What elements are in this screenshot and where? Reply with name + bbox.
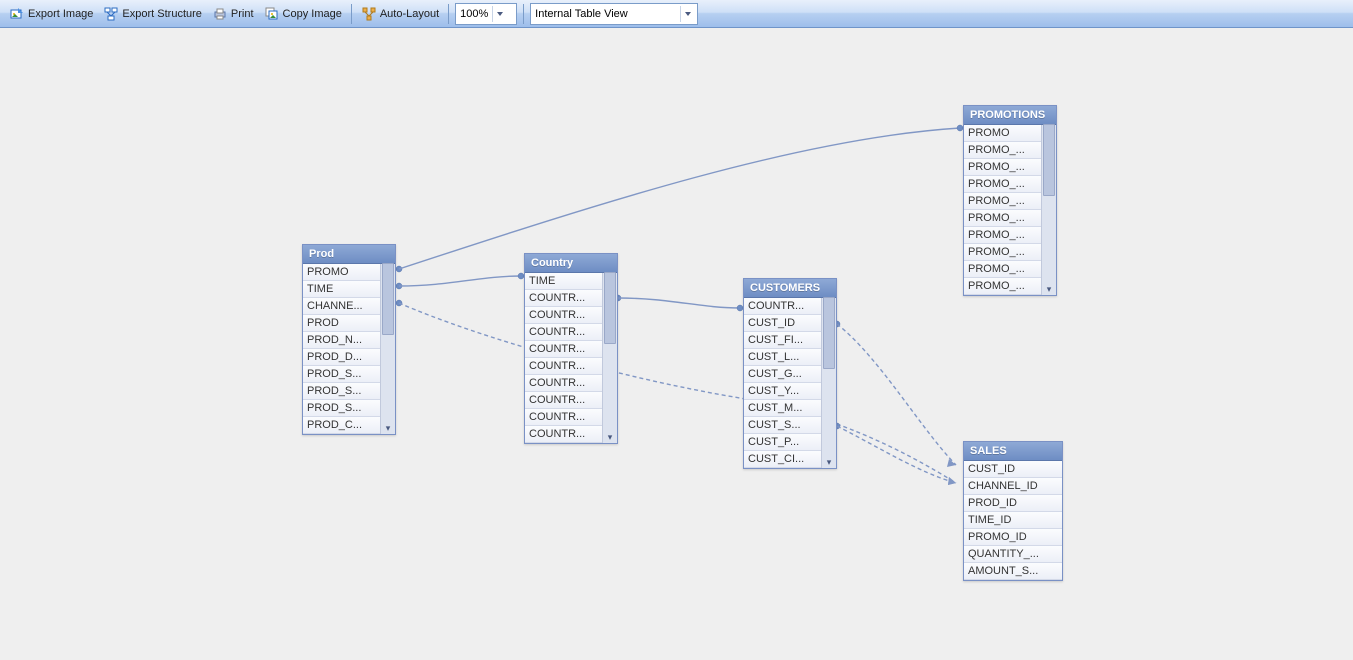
column-row[interactable]: CUST_L... bbox=[744, 349, 821, 366]
node-title[interactable]: Prod bbox=[303, 245, 395, 264]
column-row[interactable]: PROD_S... bbox=[303, 383, 380, 400]
scroll-thumb[interactable] bbox=[604, 272, 616, 344]
scroll-thumb[interactable] bbox=[1043, 124, 1055, 196]
column-row[interactable]: COUNTR... bbox=[525, 290, 602, 307]
column-row[interactable]: COUNTR... bbox=[525, 341, 602, 358]
column-row[interactable]: TIME bbox=[303, 281, 380, 298]
chevron-down-icon bbox=[680, 6, 695, 22]
toolbar-separator bbox=[351, 4, 352, 24]
auto-layout-button[interactable]: Auto-Layout bbox=[357, 3, 443, 25]
scrollbar[interactable]: ▴ ▾ bbox=[1041, 125, 1056, 295]
column-row[interactable]: AMOUNT_S... bbox=[964, 563, 1062, 580]
column-row[interactable]: CUST_G... bbox=[744, 366, 821, 383]
column-row[interactable]: PROD bbox=[303, 315, 380, 332]
connectors bbox=[0, 28, 1353, 660]
print-button[interactable]: Print bbox=[208, 3, 258, 25]
column-row[interactable]: PROMO_... bbox=[964, 210, 1041, 227]
copy-image-label: Copy Image bbox=[283, 8, 342, 20]
export-structure-icon bbox=[103, 6, 119, 22]
export-image-icon bbox=[9, 6, 25, 22]
column-row[interactable]: PROMO bbox=[964, 125, 1041, 142]
auto-layout-label: Auto-Layout bbox=[380, 8, 439, 20]
zoom-value: 100% bbox=[460, 8, 488, 20]
view-mode-select[interactable]: Internal Table View bbox=[530, 3, 698, 25]
table-node-prod[interactable]: Prod PROMO TIME CHANNE... PROD PROD_N...… bbox=[302, 244, 396, 435]
chevron-down-icon bbox=[492, 6, 507, 22]
copy-image-icon bbox=[264, 6, 280, 22]
column-row[interactable]: PROD_C... bbox=[303, 417, 380, 434]
zoom-select[interactable]: 100% bbox=[455, 3, 517, 25]
table-node-customers[interactable]: CUSTOMERS COUNTR... CUST_ID CUST_FI... C… bbox=[743, 278, 837, 469]
column-row[interactable]: COUNTR... bbox=[525, 307, 602, 324]
column-row[interactable]: PROD_N... bbox=[303, 332, 380, 349]
column-row[interactable]: QUANTITY_... bbox=[964, 546, 1062, 563]
column-row[interactable]: PROMO_... bbox=[964, 244, 1041, 261]
scroll-thumb[interactable] bbox=[823, 297, 835, 369]
column-row[interactable]: CHANNE... bbox=[303, 298, 380, 315]
scrollbar[interactable]: ▴ ▾ bbox=[602, 273, 617, 443]
column-row[interactable]: PROD_D... bbox=[303, 349, 380, 366]
column-row[interactable]: PROMO_... bbox=[964, 142, 1041, 159]
column-row[interactable]: TIME bbox=[525, 273, 602, 290]
node-title[interactable]: CUSTOMERS bbox=[744, 279, 836, 298]
toolbar-separator bbox=[523, 4, 524, 24]
scrollbar[interactable]: ▴ ▾ bbox=[380, 264, 395, 434]
column-row[interactable]: PROMO_... bbox=[964, 227, 1041, 244]
column-row[interactable]: PROD_S... bbox=[303, 400, 380, 417]
column-row[interactable]: PROMO bbox=[303, 264, 380, 281]
column-row[interactable]: PROMO_... bbox=[964, 159, 1041, 176]
column-row[interactable]: PROD_ID bbox=[964, 495, 1062, 512]
column-row[interactable]: COUNTR... bbox=[525, 409, 602, 426]
scroll-down-icon[interactable]: ▾ bbox=[823, 456, 835, 468]
toolbar-separator bbox=[448, 4, 449, 24]
diagram-canvas[interactable]: Prod PROMO TIME CHANNE... PROD PROD_N...… bbox=[0, 28, 1353, 660]
column-row[interactable]: PROMO_... bbox=[964, 278, 1041, 295]
column-row[interactable]: PROMO_... bbox=[964, 176, 1041, 193]
scroll-down-icon[interactable]: ▾ bbox=[382, 422, 394, 434]
column-row[interactable]: CUST_ID bbox=[964, 461, 1062, 478]
column-row[interactable]: PROMO_... bbox=[964, 193, 1041, 210]
toolbar: Export Image Export Structure Print Copy… bbox=[0, 0, 1353, 28]
column-row[interactable]: COUNTR... bbox=[525, 358, 602, 375]
print-icon bbox=[212, 6, 228, 22]
column-row[interactable]: CUST_ID bbox=[744, 315, 821, 332]
column-row[interactable]: CUST_FI... bbox=[744, 332, 821, 349]
column-row[interactable]: CUST_P... bbox=[744, 434, 821, 451]
column-row[interactable]: CHANNEL_ID bbox=[964, 478, 1062, 495]
export-image-label: Export Image bbox=[28, 8, 93, 20]
column-row[interactable]: COUNTR... bbox=[525, 324, 602, 341]
view-mode-value: Internal Table View bbox=[535, 8, 628, 20]
column-row[interactable]: COUNTR... bbox=[525, 392, 602, 409]
table-node-country[interactable]: Country TIME COUNTR... COUNTR... COUNTR.… bbox=[524, 253, 618, 444]
scroll-down-icon[interactable]: ▾ bbox=[604, 431, 616, 443]
scroll-down-icon[interactable]: ▾ bbox=[1043, 283, 1055, 295]
export-structure-label: Export Structure bbox=[122, 8, 201, 20]
column-row[interactable]: CUST_CI... bbox=[744, 451, 821, 468]
copy-image-button[interactable]: Copy Image bbox=[260, 3, 346, 25]
column-row[interactable]: PROD_S... bbox=[303, 366, 380, 383]
node-title[interactable]: PROMOTIONS bbox=[964, 106, 1056, 125]
column-row[interactable]: TIME_ID bbox=[964, 512, 1062, 529]
column-row[interactable]: COUNTR... bbox=[525, 375, 602, 392]
table-node-promotions[interactable]: PROMOTIONS PROMO PROMO_... PROMO_... PRO… bbox=[963, 105, 1057, 296]
column-row[interactable]: PROMO_... bbox=[964, 261, 1041, 278]
column-row[interactable]: COUNTR... bbox=[744, 298, 821, 315]
column-row[interactable]: CUST_S... bbox=[744, 417, 821, 434]
scrollbar[interactable]: ▴ ▾ bbox=[821, 298, 836, 468]
export-image-button[interactable]: Export Image bbox=[5, 3, 97, 25]
auto-layout-icon bbox=[361, 6, 377, 22]
scroll-thumb[interactable] bbox=[382, 263, 394, 335]
column-row[interactable]: PROMO_ID bbox=[964, 529, 1062, 546]
node-title[interactable]: Country bbox=[525, 254, 617, 273]
column-row[interactable]: COUNTR... bbox=[525, 426, 602, 443]
table-node-sales[interactable]: SALES CUST_ID CHANNEL_ID PROD_ID TIME_ID… bbox=[963, 441, 1063, 581]
export-structure-button[interactable]: Export Structure bbox=[99, 3, 205, 25]
column-row[interactable]: CUST_Y... bbox=[744, 383, 821, 400]
column-row[interactable]: CUST_M... bbox=[744, 400, 821, 417]
print-label: Print bbox=[231, 8, 254, 20]
node-title[interactable]: SALES bbox=[964, 442, 1062, 461]
